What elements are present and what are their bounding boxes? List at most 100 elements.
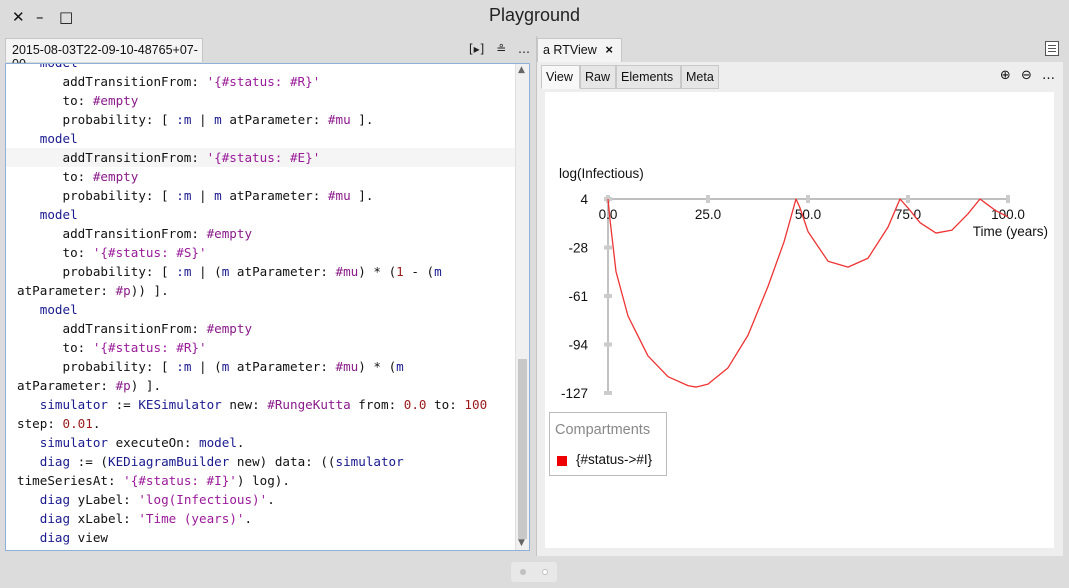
inspector-panel: View Raw Elements Meta ⊕ ⊖ … 0.0 25.0 50.0… xyxy=(537,62,1063,556)
code-token: to: xyxy=(426,397,465,412)
title-bar: ✕ – □ Playground xyxy=(0,0,1069,34)
code-token: diag xyxy=(17,454,71,469)
code-token: addTransitionFrom: xyxy=(17,150,207,165)
tab-rtview[interactable]: a RTView × xyxy=(537,38,622,62)
code-line[interactable]: model xyxy=(6,205,516,224)
code-token: KEDiagramBuilder xyxy=(108,454,230,469)
code-token: :m xyxy=(176,188,192,203)
code-token: := ( xyxy=(70,454,108,469)
code-line[interactable]: addTransitionFrom: '{#status: #R}' xyxy=(6,72,516,91)
code-line[interactable]: step: 0.01. xyxy=(6,414,516,433)
x-tick-mark xyxy=(706,195,710,203)
line-chart: 0.0 25.0 50.0 75.0 100.04-28-61-94-127log(In… xyxy=(559,166,1048,401)
chart-view[interactable]: 0.0 25.0 50.0 75.0 100.0 4 -28 -61 -94 -127 log(In… xyxy=(545,92,1054,548)
code-line[interactable]: addTransitionFrom: #empty xyxy=(6,224,516,243)
page-dot-1[interactable] xyxy=(520,569,526,575)
y-tick-label: 4 xyxy=(580,192,588,207)
code-token: '{#status: #R}' xyxy=(206,74,321,89)
code-line[interactable]: to: #empty xyxy=(6,167,516,186)
code-token: diag xyxy=(17,530,71,545)
code-line[interactable]: diag xLabel: 'Time (years)'. xyxy=(6,509,516,528)
code-line[interactable]: to: '{#status: #R}' xyxy=(6,338,516,357)
more-menu-icon[interactable]: … xyxy=(518,42,530,56)
editor-scrollbar[interactable]: ▲ ▼ xyxy=(515,64,529,550)
code-token: #empty xyxy=(206,321,253,336)
code-token: 0.01 xyxy=(62,416,93,431)
close-tab-icon[interactable]: × xyxy=(605,42,613,57)
code-token: to: xyxy=(17,93,93,108)
code-line[interactable]: addTransitionFrom: #empty xyxy=(6,319,516,338)
x-tick-mark xyxy=(906,195,910,203)
tab-raw[interactable]: Raw xyxy=(580,65,616,89)
page-dot-2[interactable] xyxy=(542,569,548,575)
code-line[interactable]: probability: [ :m | m atParameter: #mu ]… xyxy=(6,186,516,205)
code-token: #mu xyxy=(327,188,351,203)
editor-toolbar: [▸] ≗ … xyxy=(461,42,530,56)
y-tick-label: -94 xyxy=(568,338,588,353)
tab-view[interactable]: View xyxy=(541,65,580,89)
code-line[interactable]: diag view xyxy=(6,528,516,547)
document-icon[interactable] xyxy=(1045,41,1059,56)
code-token: 'Time (years)' xyxy=(138,511,245,526)
code-token: new: xyxy=(221,397,268,412)
tab-elements[interactable]: Elements xyxy=(616,65,681,89)
scrollbar-thumb[interactable] xyxy=(518,359,527,539)
code-line[interactable]: atParameter: #p)) ]. xyxy=(6,281,516,300)
scroll-up-icon[interactable]: ▲ xyxy=(518,65,525,75)
code-token: probability: [ xyxy=(17,359,177,374)
window-title: Playground xyxy=(488,5,581,25)
code-line[interactable]: diag yLabel: 'log(Infectious)'. xyxy=(6,490,516,509)
code-token: '{#status: #S}' xyxy=(92,245,207,260)
code-token: simulator xyxy=(335,454,404,469)
code-text[interactable]: model addTransitionFrom: '{#status: #R}'… xyxy=(6,64,516,547)
code-token: executeOn: xyxy=(108,435,199,450)
zoom-out-icon[interactable]: ⊖ xyxy=(1021,68,1032,83)
y-tick-label: -28 xyxy=(568,241,588,256)
x-tick-mark xyxy=(1006,195,1010,203)
code-token: atParameter: xyxy=(221,112,328,127)
code-token: '{#status: #E}' xyxy=(206,150,321,165)
code-token: | ( xyxy=(191,264,222,279)
code-line[interactable]: model xyxy=(6,300,516,319)
zoom-in-icon[interactable]: ⊕ xyxy=(1000,68,1011,83)
code-token: . xyxy=(236,435,245,450)
code-line[interactable]: timeSeriesAt: '{#status: #I}') log). xyxy=(6,471,516,490)
code-line[interactable]: model xyxy=(6,64,516,72)
code-token: '{#status: #I}' xyxy=(123,473,237,488)
code-line[interactable]: to: #empty xyxy=(6,91,516,110)
y-tick-mark xyxy=(604,391,612,395)
code-token: atParameter: xyxy=(221,188,328,203)
code-token: ) log). xyxy=(236,473,290,488)
code-token: :m xyxy=(176,264,192,279)
scroll-down-icon[interactable]: ▼ xyxy=(518,538,525,548)
code-token: new) data: (( xyxy=(229,454,336,469)
more-menu-icon[interactable]: … xyxy=(1042,68,1055,83)
code-line[interactable]: diag := (KEDiagramBuilder new) data: ((s… xyxy=(6,452,516,471)
code-line[interactable]: addTransitionFrom: '{#status: #E}' xyxy=(6,148,516,167)
code-line[interactable]: simulator := KESimulator new: #RungeKutt… xyxy=(6,395,516,414)
code-token: model xyxy=(17,302,78,317)
code-token: 'log(Infectious)' xyxy=(138,492,268,507)
code-token: view xyxy=(70,530,108,545)
code-token: #mu xyxy=(335,359,359,374)
code-token: #mu xyxy=(335,264,359,279)
tab-playground-page[interactable]: 2015-08-03T22-09-10-48765+07-00 xyxy=(5,38,203,71)
code-line[interactable]: probability: [ :m | (m atParameter: #mu)… xyxy=(6,357,516,376)
code-line[interactable]: to: '{#status: #S}' xyxy=(6,243,516,262)
code-token: ) * ( xyxy=(358,359,397,374)
page-indicator xyxy=(511,562,557,582)
code-line[interactable]: model xyxy=(6,129,516,148)
code-line[interactable]: probability: [ :m | (m atParameter: #mu)… xyxy=(6,262,516,281)
code-line[interactable]: atParameter: #p) ]. xyxy=(6,376,516,395)
code-line[interactable]: simulator executeOn: model. xyxy=(6,433,516,452)
code-editor[interactable]: model addTransitionFrom: '{#status: #R}'… xyxy=(5,63,530,551)
code-token: atParameter: xyxy=(229,359,336,374)
code-token: #empty xyxy=(92,169,139,184)
code-line[interactable]: probability: [ :m | m atParameter: #mu ]… xyxy=(6,110,516,129)
tab-meta[interactable]: Meta xyxy=(681,65,719,89)
code-token: xLabel: xyxy=(70,511,139,526)
code-token: simulator xyxy=(17,397,108,412)
do-it-and-go-icon[interactable]: [▸] xyxy=(469,42,484,56)
code-token: probability: [ xyxy=(17,264,177,279)
bindings-icon[interactable]: ≗ xyxy=(496,42,506,56)
